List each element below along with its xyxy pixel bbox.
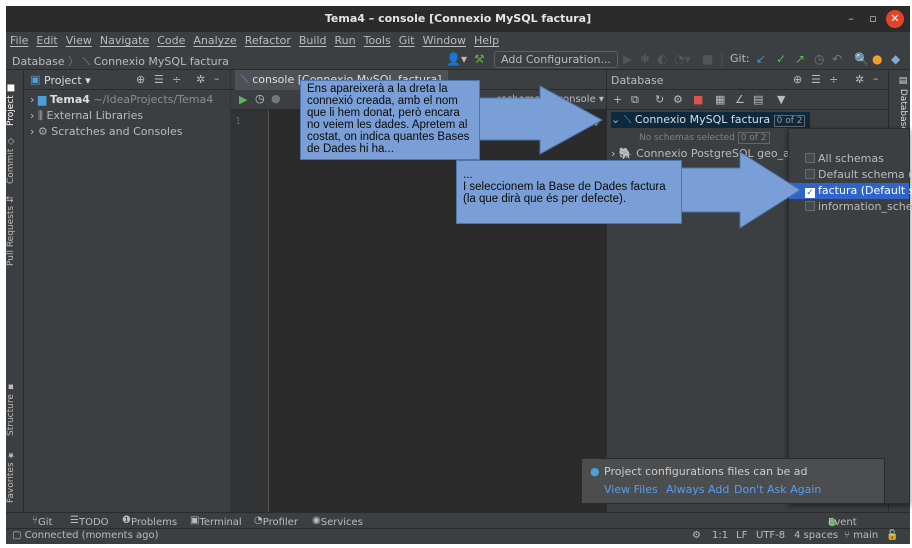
callout-text: I seleccionem la Base de Dades factura (…	[463, 181, 666, 205]
tutorial-callout-second: ... I seleccionem la Base de Dades factu…	[456, 160, 682, 224]
callout-text: Ens apareixerà a la dreta la connexió cr…	[307, 83, 470, 155]
arrow-to-factura-schema	[665, 151, 801, 229]
callout-lead: ...	[463, 169, 473, 181]
arrow-to-schema-badge	[477, 85, 604, 155]
tutorial-callout-first: Ens apareixerà a la dreta la connexió cr…	[300, 80, 480, 160]
